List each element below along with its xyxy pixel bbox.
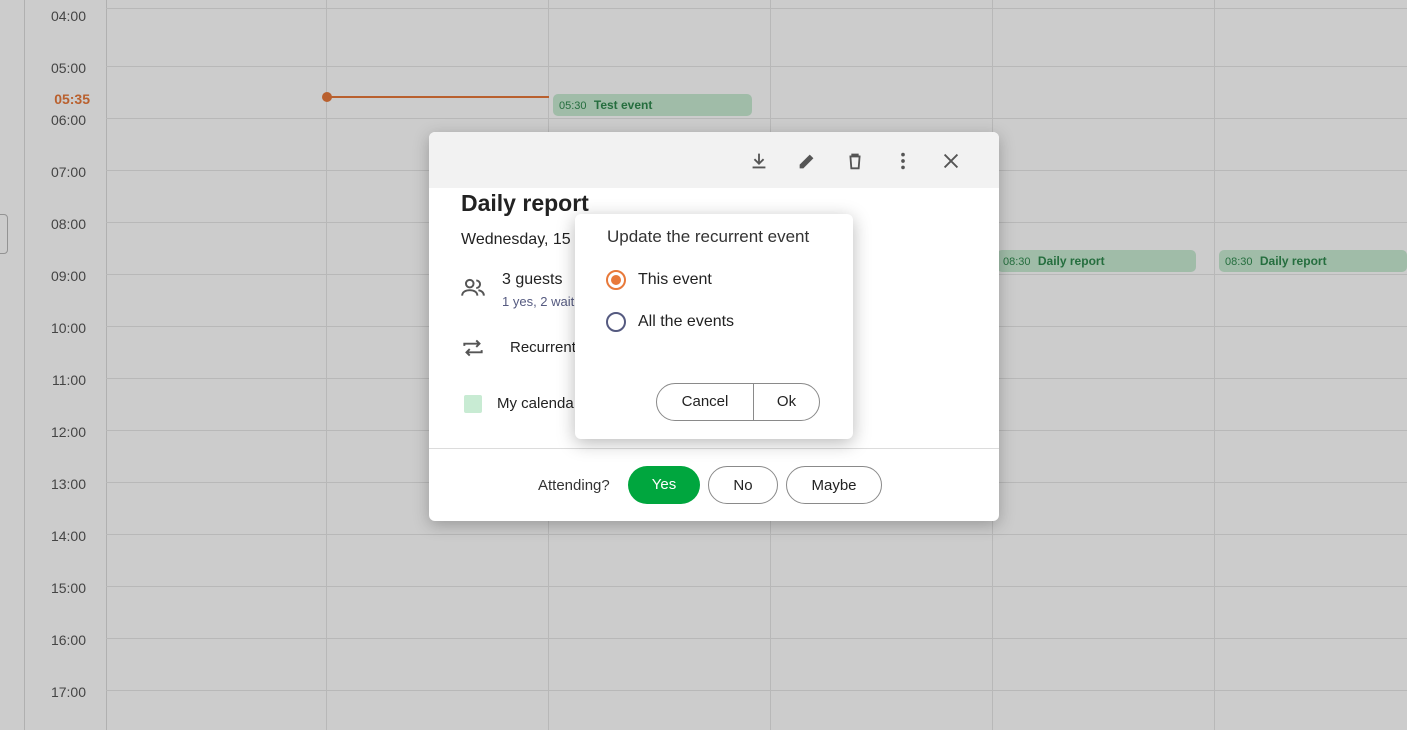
update-recurrent-dialog: Update the recurrent event This event Al… — [575, 214, 853, 439]
repeat-icon — [463, 339, 483, 357]
event-title: Daily report — [461, 190, 589, 216]
hour-label: 12:00 — [50, 424, 86, 440]
grid-line — [106, 118, 1407, 119]
guests-icon — [461, 278, 485, 296]
grid-line — [106, 690, 1407, 691]
attending-label: Attending? — [538, 477, 610, 494]
attend-yes-button[interactable]: Yes — [628, 466, 700, 504]
ok-button[interactable]: Ok — [754, 384, 819, 420]
hour-label: 09:00 — [50, 268, 86, 284]
event-title: Test event — [593, 98, 653, 112]
hour-label: 06:00 — [50, 112, 86, 128]
current-time-line — [327, 96, 549, 98]
hour-label: 13:00 — [50, 476, 86, 492]
event-title: Daily report — [1259, 254, 1327, 268]
current-time-label: 05:35 — [54, 91, 90, 107]
hour-label: 11:00 — [52, 372, 86, 388]
attend-maybe-button[interactable]: Maybe — [786, 466, 882, 504]
calendar-name: My calenda — [497, 395, 574, 412]
current-time-dot — [322, 92, 332, 102]
hour-label: 15:00 — [50, 580, 86, 596]
hour-label: 04:00 — [50, 8, 86, 24]
hour-label: 05:00 — [50, 60, 86, 76]
grid-line — [106, 66, 1407, 67]
close-icon[interactable] — [936, 146, 966, 176]
event-time: 08:30 — [1003, 256, 1031, 268]
left-rail — [0, 0, 25, 730]
calendar-color-swatch — [464, 395, 482, 413]
event-time: 08:30 — [1225, 256, 1253, 268]
guests-summary: 1 yes, 2 wait — [502, 294, 575, 309]
dialog-toolbar — [429, 132, 999, 188]
event-time: 05:30 — [559, 100, 587, 112]
grid-line — [106, 534, 1407, 535]
event-title: Daily report — [1037, 254, 1105, 268]
event-date: Wednesday, 15 — [461, 231, 571, 248]
pencil-icon[interactable] — [792, 146, 822, 176]
time-column: 04:00 05:00 05:35 06:00 07:00 08:00 09:0… — [24, 0, 107, 730]
guests-count[interactable]: 3 guests — [502, 271, 562, 289]
option-label: This event — [638, 271, 712, 288]
hour-label: 10:00 — [50, 320, 86, 336]
grid-line — [106, 638, 1407, 639]
day-column-divider — [326, 0, 327, 730]
cancel-button[interactable]: Cancel — [657, 384, 754, 420]
day-column-divider — [1214, 0, 1215, 730]
event-chip-daily-report[interactable]: 08:30 Daily report — [1219, 250, 1407, 272]
more-vertical-icon[interactable] — [888, 146, 918, 176]
grid-line — [106, 586, 1407, 587]
option-label: All the events — [638, 313, 735, 330]
download-icon[interactable] — [744, 146, 774, 176]
hour-label: 07:00 — [50, 164, 86, 180]
recurrence-text: Recurrent — [510, 339, 576, 356]
event-chip-test-event[interactable]: 05:30 Test event — [553, 94, 752, 116]
radio-button[interactable] — [606, 312, 626, 332]
hour-label: 16:00 — [50, 632, 86, 648]
dialog-title: Update the recurrent event — [607, 227, 810, 246]
hour-label: 17:00 — [50, 684, 86, 700]
dialog-actions: Cancel Ok — [656, 383, 820, 421]
radio-button-checked[interactable] — [606, 270, 626, 290]
trash-icon[interactable] — [840, 146, 870, 176]
option-all-events[interactable]: All the events — [606, 310, 734, 334]
attend-no-button[interactable]: No — [708, 466, 778, 504]
event-chip-daily-report[interactable]: 08:30 Daily report — [997, 250, 1196, 272]
sidebar-toggle[interactable] — [0, 214, 8, 254]
hour-label: 14:00 — [50, 528, 86, 544]
option-this-event[interactable]: This event — [606, 268, 712, 292]
attendance-footer: Attending? Yes No Maybe — [429, 448, 999, 521]
grid-line — [106, 8, 1407, 9]
hour-label: 08:00 — [50, 216, 86, 232]
